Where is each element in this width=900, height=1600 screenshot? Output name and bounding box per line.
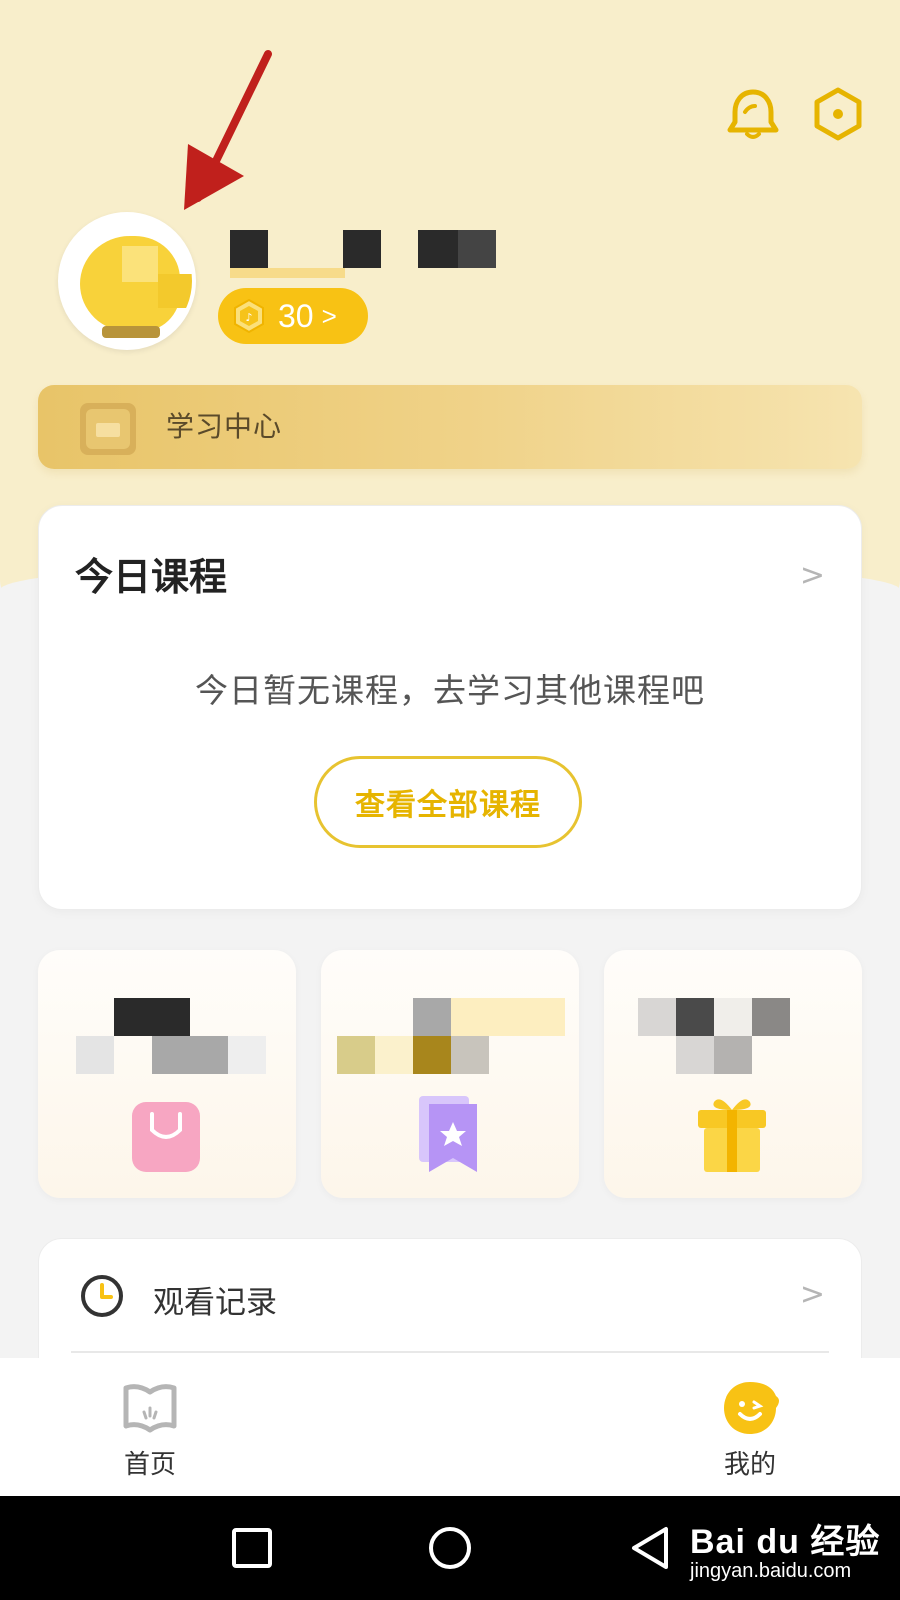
notification-bell-button[interactable] bbox=[725, 86, 781, 142]
feature-card-shop[interactable] bbox=[38, 950, 296, 1198]
avatar-pixel bbox=[158, 274, 192, 308]
settings-button[interactable] bbox=[810, 86, 866, 142]
today-course-title[interactable]: 今日课程 bbox=[75, 546, 227, 601]
redaction-block bbox=[337, 1036, 375, 1074]
home-circle-icon[interactable] bbox=[426, 1524, 474, 1572]
watermark-logo: Bai du 经验 bbox=[690, 1523, 881, 1561]
redaction-block bbox=[413, 1036, 451, 1074]
redaction-highlight bbox=[230, 268, 345, 278]
redaction-block bbox=[714, 998, 752, 1036]
bottom-tab-bar: 首页 我的 bbox=[0, 1358, 900, 1496]
coin-balance-badge[interactable]: ♪ 30 > bbox=[218, 288, 368, 344]
watermark-url: jingyan.baidu.com bbox=[690, 1560, 852, 1582]
chevron-right-icon: > bbox=[321, 300, 337, 331]
redaction-block bbox=[228, 1036, 266, 1074]
svg-text:♪: ♪ bbox=[245, 311, 252, 324]
watch-history-label: 观看记录 bbox=[153, 1285, 277, 1321]
back-triangle-icon[interactable] bbox=[628, 1524, 676, 1572]
empty-course-message: 今日暂无课程，去学习其他课程吧 bbox=[195, 671, 705, 710]
book-icon bbox=[123, 1384, 177, 1433]
redaction-block bbox=[638, 998, 676, 1036]
tab-me-label: 我的 bbox=[723, 1450, 776, 1480]
tab-me[interactable]: 我的 bbox=[690, 1378, 810, 1488]
divider bbox=[71, 1351, 829, 1353]
redaction-block bbox=[230, 230, 268, 268]
gift-icon bbox=[698, 1099, 766, 1172]
redaction-block bbox=[676, 998, 714, 1036]
red-arrow-annotation bbox=[184, 50, 272, 210]
redaction-block bbox=[375, 1036, 413, 1074]
redaction-block bbox=[343, 230, 381, 268]
redaction-block bbox=[458, 230, 496, 268]
recent-apps-square-icon[interactable] bbox=[228, 1524, 276, 1572]
feature-card-gifts[interactable] bbox=[604, 950, 862, 1198]
username-redacted bbox=[228, 226, 508, 278]
clock-icon bbox=[81, 1275, 123, 1317]
redaction-block bbox=[451, 1036, 489, 1074]
coin-count: 30 bbox=[278, 297, 314, 334]
chevron-right-icon[interactable]: > bbox=[800, 558, 825, 593]
avatar-pixel bbox=[102, 326, 160, 338]
redaction-block bbox=[76, 1036, 114, 1074]
redaction-block bbox=[152, 1036, 228, 1074]
today-course-card: 今日课程 > 今日暂无课程，去学习其他课程吧 查看全部课程 bbox=[38, 505, 862, 910]
redaction-block bbox=[714, 1036, 752, 1074]
study-center-label: 学习中心 bbox=[166, 410, 283, 443]
coin-icon: ♪ bbox=[234, 299, 264, 333]
redaction-block bbox=[418, 230, 458, 268]
bell-icon bbox=[727, 89, 779, 139]
folder-icon bbox=[80, 403, 136, 455]
tab-home[interactable]: 首页 bbox=[90, 1378, 210, 1488]
redaction-block bbox=[413, 998, 451, 1036]
view-all-courses-button[interactable]: 查看全部课程 bbox=[314, 756, 582, 848]
bookmark-star-icon bbox=[419, 1096, 477, 1172]
chevron-right-icon: > bbox=[799, 1277, 825, 1312]
study-center-bar[interactable]: 学习中心 bbox=[38, 385, 862, 469]
gear-icon bbox=[814, 87, 862, 141]
redaction-block bbox=[676, 1036, 714, 1074]
system-navigation-bar: Bai du 经验 jingyan.baidu.com bbox=[0, 1496, 900, 1600]
redaction-block bbox=[114, 998, 190, 1036]
redaction-block bbox=[752, 998, 790, 1036]
avatar[interactable] bbox=[58, 212, 196, 350]
baidu-watermark: Bai du 经验 jingyan.baidu.com bbox=[690, 1514, 890, 1590]
feature-card-favorites[interactable] bbox=[321, 950, 579, 1198]
redaction-block bbox=[451, 998, 565, 1036]
avatar-pixel bbox=[122, 246, 158, 282]
watch-history-card[interactable]: 观看记录 > bbox=[38, 1238, 862, 1378]
tab-home-label: 首页 bbox=[123, 1450, 176, 1480]
smiley-mascot-icon bbox=[724, 1382, 779, 1434]
shopping-bag-icon bbox=[132, 1102, 200, 1172]
